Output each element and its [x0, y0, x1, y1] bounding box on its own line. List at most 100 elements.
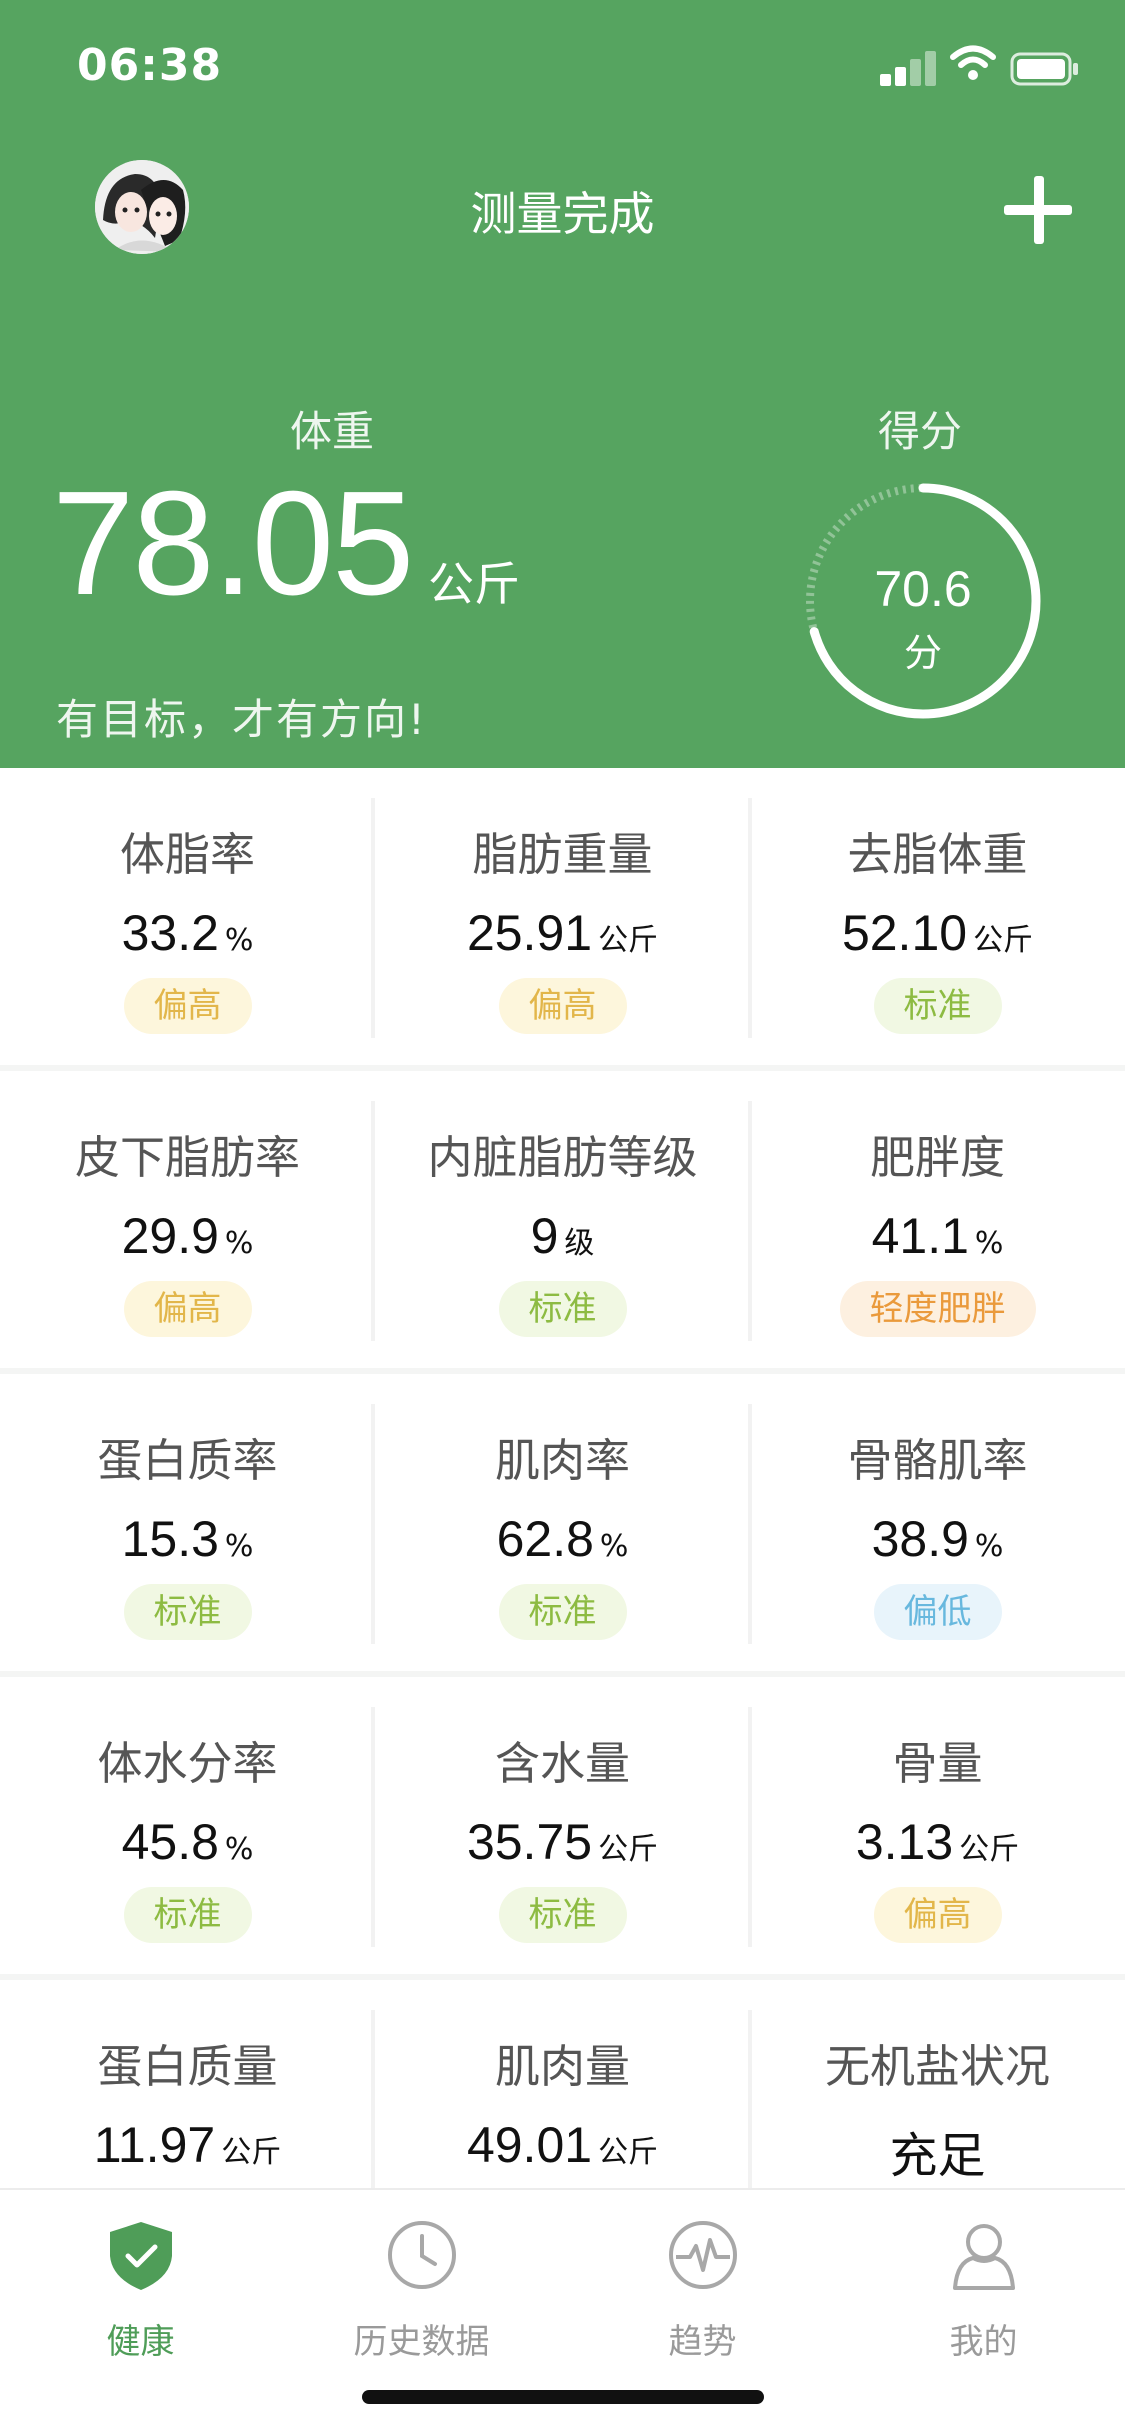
status-badge: 偏高	[873, 1887, 1002, 1943]
metric-value: 充足	[889, 2128, 986, 2184]
metric-value-line: 49.01 公斤	[375, 2116, 750, 2174]
metric-value: 49.01	[466, 2117, 593, 2173]
metric-label: 体脂率	[119, 828, 255, 881]
metric-value: 9	[530, 1208, 559, 1264]
metric-obesity-degree[interactable]: 肥胖度 41.1% 轻度肥胖	[750, 1071, 1125, 1368]
status-badge: 偏高	[123, 1281, 252, 1337]
metric-body-water-rate[interactable]: 体水分率 45.8% 标准	[0, 1677, 375, 1974]
tab-health[interactable]: 健康	[0, 2204, 281, 2374]
metric-unit: %	[974, 1226, 1004, 1261]
status-badge: 偏高	[123, 978, 252, 1034]
metric-label: 肌肉量	[494, 2040, 630, 2093]
metric-bone-mass[interactable]: 骨量 3.13 公斤 偏高	[750, 1677, 1125, 1974]
tab-trends[interactable]: 趋势	[562, 2204, 843, 2374]
weight-unit: 公斤	[428, 557, 520, 611]
add-button[interactable]	[1000, 172, 1076, 248]
metric-unit: 公斤	[598, 1832, 659, 1867]
metric-value-line: 29.9%	[0, 1207, 375, 1265]
metric-label: 蛋白质量	[97, 2040, 278, 2093]
metric-value: 52.10	[841, 905, 968, 961]
metric-water-content[interactable]: 含水量 35.75 公斤 标准	[375, 1677, 750, 1974]
status-bar: 06:38	[0, 0, 1125, 140]
metric-label: 脂肪重量	[472, 828, 653, 881]
metric-value: 45.8	[121, 1814, 219, 1870]
wifi-icon	[950, 45, 996, 80]
weight-value: 78.05	[52, 461, 414, 626]
cellular-signal-icon	[880, 50, 938, 86]
metric-label: 骨量	[892, 1737, 983, 1790]
status-badge: 标准	[873, 978, 1002, 1034]
metric-value: 41.1	[871, 1208, 969, 1264]
metric-label: 骨骼肌率	[847, 1434, 1028, 1487]
metric-value: 33.2	[121, 905, 219, 961]
tab-me[interactable]: 我的	[843, 2204, 1124, 2374]
metric-unit: 公斤	[959, 1832, 1020, 1867]
metric-body-fat-rate[interactable]: 体脂率 33.2% 偏高	[0, 768, 375, 1065]
metric-subcutaneous-fat-rate[interactable]: 皮下脂肪率 29.9% 偏高	[0, 1071, 375, 1368]
status-badge: 标准	[123, 1887, 252, 1943]
status-badge: 轻度肥胖	[839, 1281, 1036, 1337]
status-time: 06:38	[77, 40, 223, 91]
metric-value-line: 52.10 公斤	[750, 904, 1125, 962]
metric-value: 35.75	[466, 1814, 593, 1870]
score-value: 70.6	[874, 561, 972, 617]
header: 06:38 测量完成 体重 78.05 公斤 有目标，才有方向! 得分 70.6…	[0, 0, 1125, 768]
metric-unit: 公斤	[598, 923, 659, 958]
metric-unit: %	[224, 1832, 254, 1867]
metric-label: 内脏脂肪等级	[427, 1131, 698, 1184]
metric-value-line: 9级	[375, 1207, 750, 1265]
metric-fat-weight[interactable]: 脂肪重量 25.91 公斤 偏高	[375, 768, 750, 1065]
status-badge: 偏高	[498, 978, 627, 1034]
metric-label: 无机盐状况	[824, 2040, 1050, 2093]
metric-label: 皮下脂肪率	[74, 1131, 300, 1184]
metric-value: 15.3	[121, 1511, 219, 1567]
metric-visceral-fat-level[interactable]: 内脏脂肪等级 9级 标准	[375, 1071, 750, 1368]
metric-value: 38.9	[871, 1511, 969, 1567]
metrics-grid: 体脂率 33.2% 偏高 脂肪重量 25.91 公斤 偏高 去脂体重 52.10 公…	[0, 768, 1125, 2283]
weight-label: 体重	[290, 407, 375, 456]
metric-value: 11.97	[93, 2117, 216, 2173]
user-icon	[953, 2224, 1015, 2290]
metric-unit: %	[224, 923, 254, 958]
metric-value-line: 45.8%	[0, 1813, 375, 1871]
score-unit: 分	[903, 631, 942, 675]
status-badge: 标准	[498, 1887, 627, 1943]
metrics-row: 体水分率 45.8% 标准 含水量 35.75 公斤 标准 骨量 3.13 公斤 偏…	[0, 1677, 1125, 1980]
metric-skeletal-muscle-rate[interactable]: 骨骼肌率 38.9% 偏低	[750, 1374, 1125, 1671]
metric-value-line: 33.2%	[0, 904, 375, 962]
metric-unit: 公斤	[598, 2135, 659, 2170]
metric-lean-body-weight[interactable]: 去脂体重 52.10 公斤 标准	[750, 768, 1125, 1065]
metric-value-line: 35.75 公斤	[375, 1813, 750, 1871]
status-badge: 标准	[498, 1584, 627, 1640]
metric-value-line: 11.97 公斤	[0, 2116, 375, 2174]
battery-icon	[1010, 52, 1078, 86]
home-indicator[interactable]	[362, 2390, 764, 2404]
pulse-icon	[669, 2221, 737, 2289]
score-label: 得分	[878, 407, 963, 456]
metrics-row: 皮下脂肪率 29.9% 偏高 内脏脂肪等级 9级 标准 肥胖度 41.1% 轻度…	[0, 1071, 1125, 1374]
metric-unit: %	[224, 1226, 254, 1261]
metric-value-line: 38.9%	[750, 1510, 1125, 1568]
metrics-row: 蛋白质率 15.3% 标准 肌肉率 62.8% 标准 骨骼肌率 38.9% 偏低	[0, 1374, 1125, 1677]
tab-history[interactable]: 历史数据	[281, 2204, 562, 2374]
page-title: 测量完成	[470, 187, 655, 241]
metric-label: 去脂体重	[847, 828, 1028, 881]
metric-value-line: 15.3%	[0, 1510, 375, 1568]
metric-unit: %	[599, 1529, 629, 1564]
tab-label: 历史数据	[353, 2322, 490, 2362]
metric-label: 蛋白质率	[97, 1434, 278, 1487]
metric-value-line: 62.8%	[375, 1510, 750, 1568]
metric-value: 29.9	[121, 1208, 219, 1264]
tab-label: 趋势	[668, 2322, 737, 2362]
tab-label: 健康	[106, 2322, 175, 2362]
metric-muscle-rate[interactable]: 肌肉率 62.8% 标准	[375, 1374, 750, 1671]
metric-value-line: 25.91 公斤	[375, 904, 750, 962]
metric-protein-rate[interactable]: 蛋白质率 15.3% 标准	[0, 1374, 375, 1671]
metrics-row: 体脂率 33.2% 偏高 脂肪重量 25.91 公斤 偏高 去脂体重 52.10 公…	[0, 768, 1125, 1071]
metric-value-line: 充足	[750, 2116, 1125, 2186]
metric-value-line: 41.1%	[750, 1207, 1125, 1265]
shield-check-icon	[110, 2222, 172, 2290]
metric-unit: 级	[564, 1226, 595, 1261]
metric-label: 肌肉率	[494, 1434, 630, 1487]
status-badge: 标准	[123, 1584, 252, 1640]
